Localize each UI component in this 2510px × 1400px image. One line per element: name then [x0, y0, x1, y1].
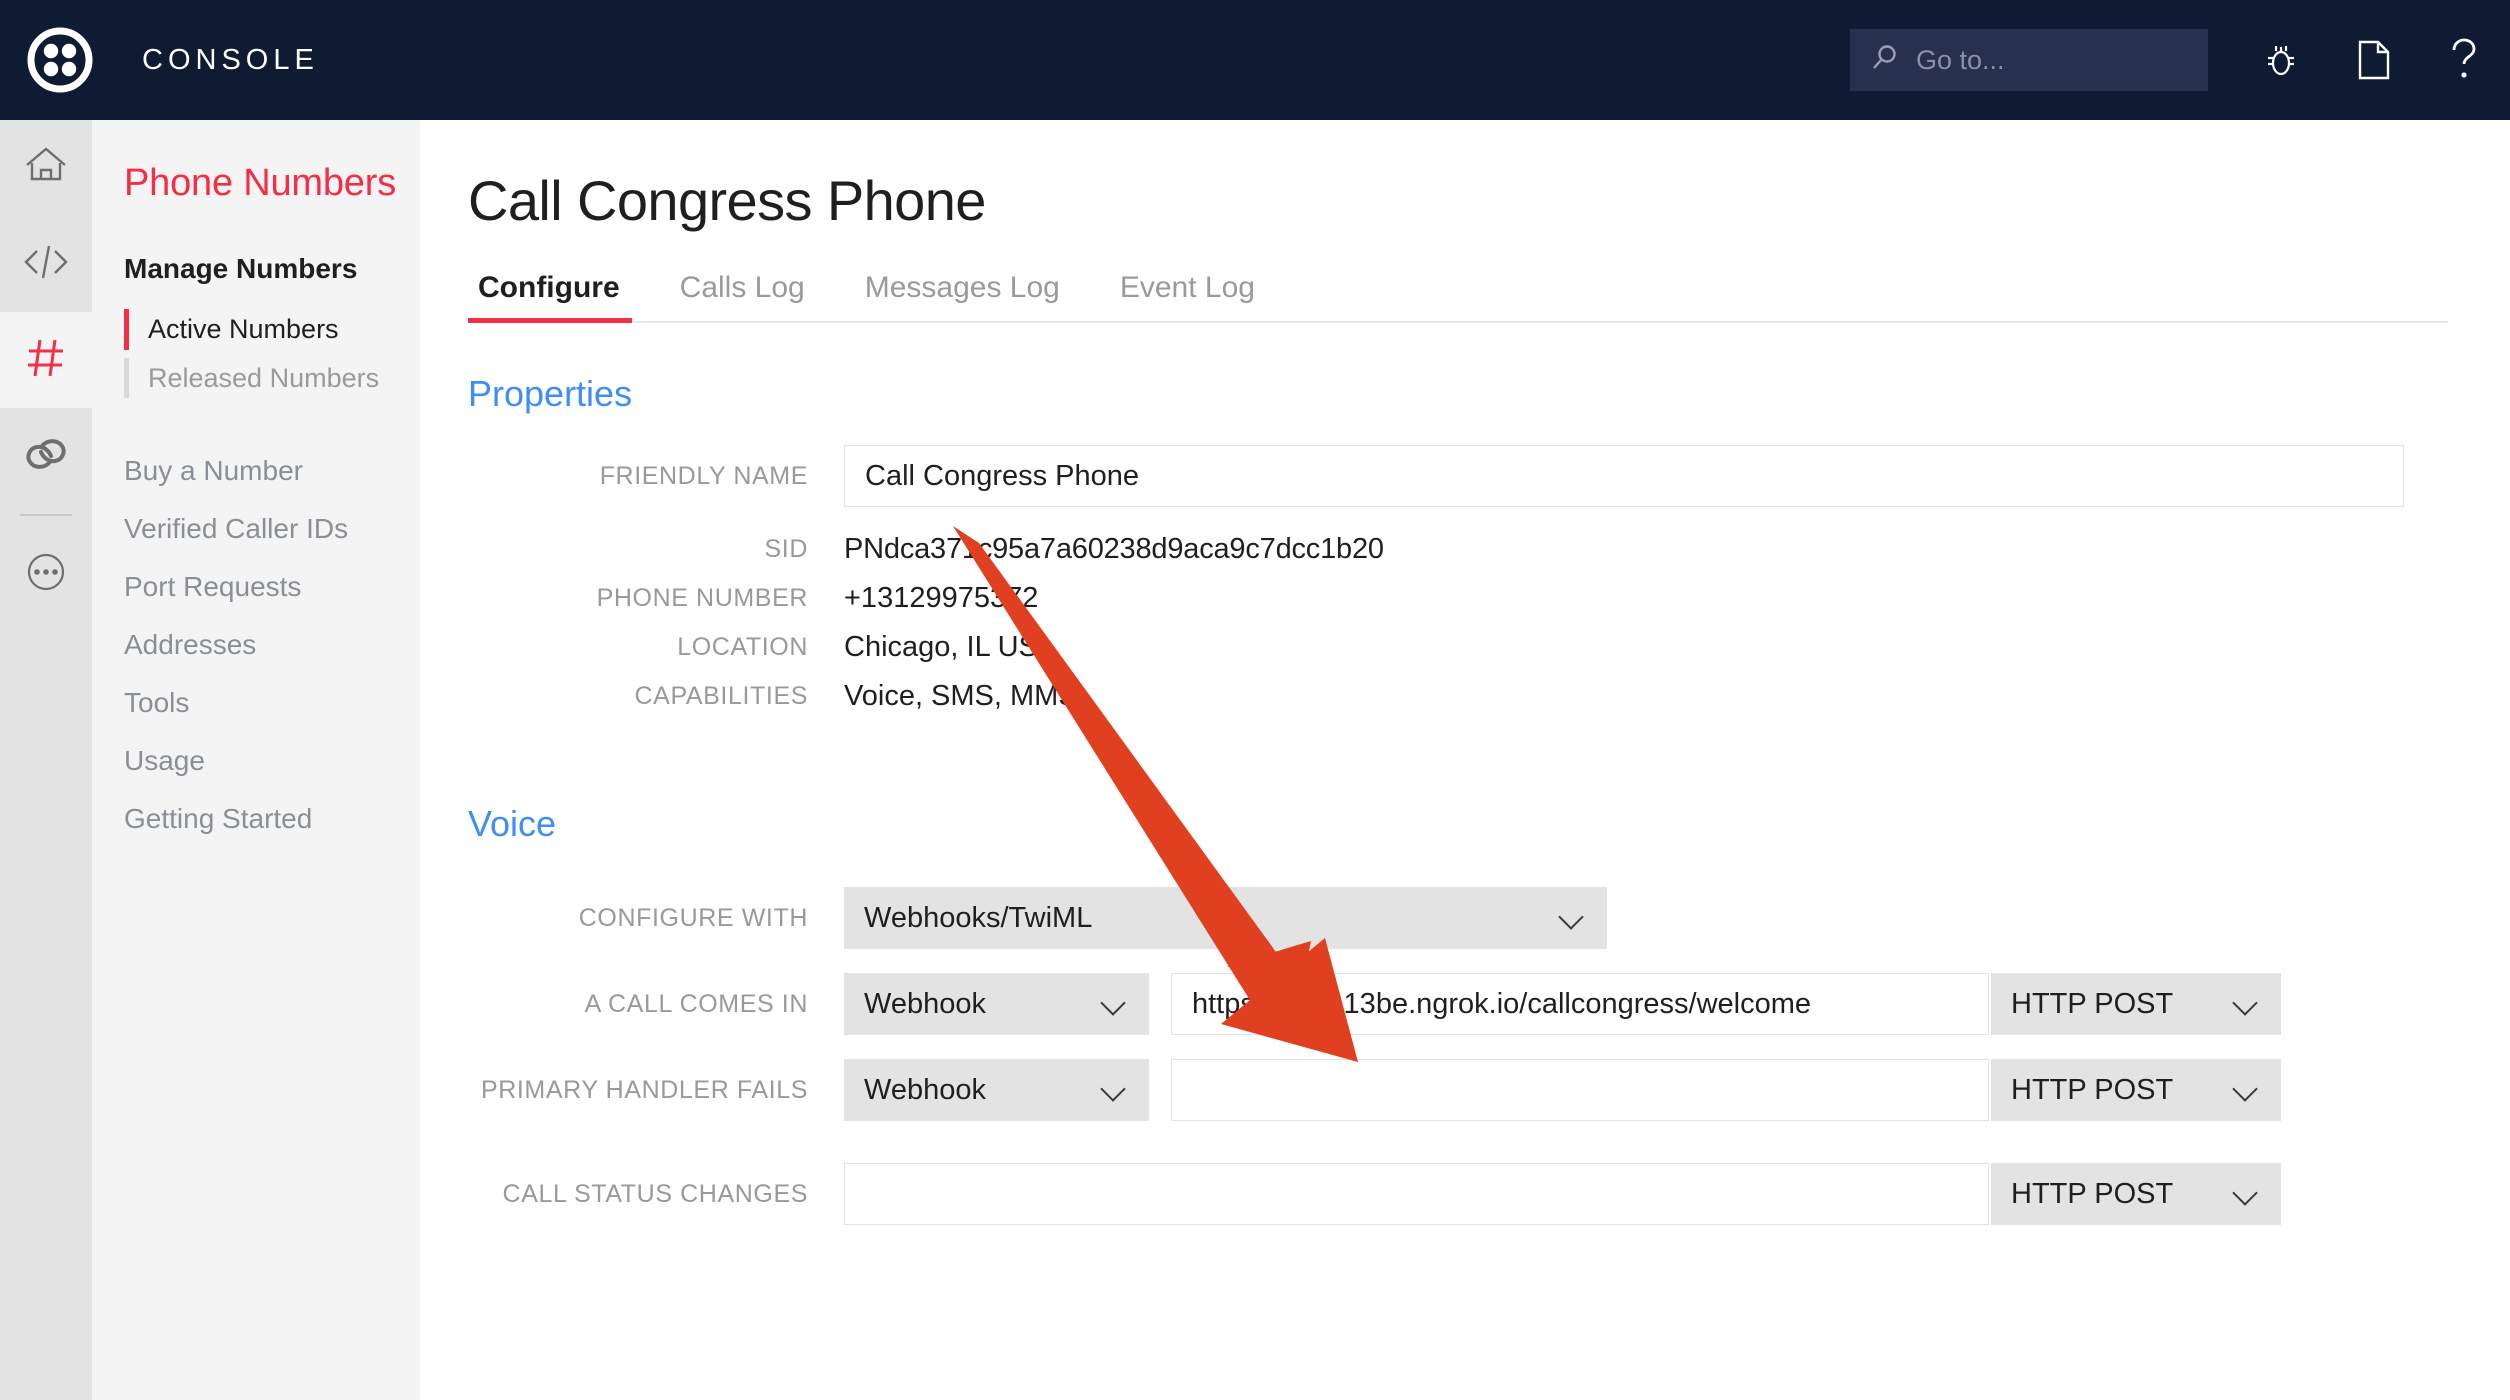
tab-event-log[interactable]: Event Log — [1096, 271, 1279, 321]
sidebar-item-buy-a-number[interactable]: Buy a Number — [92, 442, 420, 500]
chevron-down-icon — [1101, 991, 1127, 1017]
chevron-down-icon — [2233, 1077, 2259, 1103]
method-value: HTTP POST — [2011, 987, 2174, 1020]
row-capabilities: CAPABILITIES Voice, SMS, MMS — [420, 680, 2510, 713]
sidebar-group-manage-numbers[interactable]: Manage Numbers — [92, 205, 420, 285]
sidebar-item-label: Active Numbers — [148, 314, 339, 344]
chevron-down-icon — [1101, 1077, 1127, 1103]
section-heading-voice: Voice — [468, 803, 557, 844]
twilio-logo-icon[interactable] — [24, 24, 96, 96]
location-value: Chicago, IL US — [844, 631, 1038, 663]
tab-configure[interactable]: Configure — [468, 271, 644, 323]
rail-divider — [20, 514, 72, 516]
label-a-call-comes-in: A CALL COMES IN — [584, 989, 808, 1018]
row-sid: SID PNdca371c95a7a60238d9aca9c7dcc1b20 — [420, 533, 2510, 566]
top-bar-actions: Go to... — [1850, 0, 2510, 120]
main-content: Call Congress Phone Configure Calls Log … — [420, 120, 2510, 1400]
rail-item-code[interactable] — [0, 216, 92, 312]
call-status-changes-method-select[interactable]: HTTP POST — [1991, 1163, 2281, 1225]
search-placeholder: Go to... — [1916, 44, 2005, 75]
rail-item-phone-numbers[interactable] — [0, 312, 92, 408]
primary-handler-fails-handler-select[interactable]: Webhook — [844, 1059, 1149, 1121]
sidebar-item-active-numbers[interactable]: Active Numbers — [124, 305, 420, 354]
top-bar: CONSOLE Go to... — [0, 0, 2510, 120]
link-icon — [21, 432, 71, 481]
hash-icon — [22, 334, 70, 387]
rail-item-more[interactable] — [0, 526, 92, 622]
brand-label: CONSOLE — [142, 43, 319, 76]
row-location: LOCATION Chicago, IL US — [420, 631, 2510, 664]
rail-item-links[interactable] — [0, 408, 92, 504]
method-value: HTTP POST — [2011, 1177, 2174, 1210]
label-primary-handler-fails: PRIMARY HANDLER FAILS — [480, 1075, 808, 1104]
label-capabilities: CAPABILITIES — [634, 682, 808, 710]
section-heading-properties: Properties — [468, 373, 633, 414]
label-call-status-changes: CALL STATUS CHANGES — [502, 1179, 808, 1208]
a-call-comes-in-method-select[interactable]: HTTP POST — [1991, 973, 2281, 1035]
icon-rail — [0, 120, 92, 1400]
sid-value: PNdca371c95a7a60238d9aca9c7dcc1b20 — [844, 533, 1384, 565]
sidebar-item-verified-caller-ids[interactable]: Verified Caller IDs — [92, 500, 420, 558]
question-mark-icon[interactable] — [2446, 37, 2480, 83]
sidebar-item-port-requests[interactable]: Port Requests — [92, 558, 420, 616]
chevron-down-icon — [2233, 1181, 2259, 1207]
page-title: Call Congress Phone — [468, 169, 986, 232]
configure-with-value: Webhooks/TwiML — [864, 901, 1093, 934]
label-location: LOCATION — [677, 633, 808, 661]
handler-value: Webhook — [864, 987, 986, 1020]
sidebar-item-label: Released Numbers — [148, 362, 380, 393]
primary-handler-fails-url-input[interactable] — [1171, 1059, 1989, 1121]
friendly-name-input[interactable]: Call Congress Phone — [844, 445, 2404, 507]
bug-icon[interactable] — [2260, 39, 2302, 81]
label-sid: SID — [764, 535, 808, 563]
handler-value: Webhook — [864, 1073, 986, 1106]
sidebar: Phone Numbers Manage Numbers Active Numb… — [92, 120, 420, 1400]
a-call-comes-in-url-input[interactable]: https://198a13be.ngrok.io/callcongress/w… — [1171, 973, 1989, 1035]
sidebar-nav-list: Buy a Number Verified Caller IDs Port Re… — [92, 442, 420, 848]
sidebar-title[interactable]: Phone Numbers — [92, 120, 420, 205]
configure-with-select[interactable]: Webhooks/TwiML — [844, 887, 1607, 949]
call-status-changes-url-input[interactable] — [844, 1163, 1989, 1225]
a-call-comes-in-handler-select[interactable]: Webhook — [844, 973, 1149, 1035]
sidebar-sub-list: Active Numbers Released Numbers — [92, 305, 420, 402]
search-input[interactable]: Go to... — [1850, 29, 2208, 91]
row-friendly-name: FRIENDLY NAME Call Congress Phone — [420, 445, 2510, 507]
row-primary-handler-fails: PRIMARY HANDLER FAILS Webhook HTTP POST — [420, 1059, 2510, 1121]
row-a-call-comes-in: A CALL COMES IN Webhook https://198a13be… — [420, 973, 2510, 1035]
rail-item-home[interactable] — [0, 120, 92, 216]
primary-handler-fails-method-select[interactable]: HTTP POST — [1991, 1059, 2281, 1121]
sidebar-item-released-numbers[interactable]: Released Numbers — [124, 354, 420, 403]
tab-calls-log[interactable]: Calls Log — [656, 271, 829, 321]
row-phone-number: PHONE NUMBER +13129975372 — [420, 582, 2510, 615]
home-icon — [22, 143, 70, 194]
tab-bar: Configure Calls Log Messages Log Event L… — [468, 271, 2448, 323]
tab-messages-log[interactable]: Messages Log — [841, 271, 1084, 321]
active-indicator-bar — [124, 309, 129, 350]
row-configure-with: CONFIGURE WITH Webhooks/TwiML — [420, 887, 2510, 949]
label-configure-with: CONFIGURE WITH — [578, 903, 808, 932]
method-value: HTTP POST — [2011, 1073, 2174, 1106]
sidebar-item-addresses[interactable]: Addresses — [92, 616, 420, 674]
sidebar-item-tools[interactable]: Tools — [92, 674, 420, 732]
sidebar-item-usage[interactable]: Usage — [92, 732, 420, 790]
row-call-status-changes: CALL STATUS CHANGES HTTP POST — [420, 1163, 2510, 1225]
inactive-indicator-bar — [124, 357, 129, 399]
chevron-down-icon — [2233, 991, 2259, 1017]
capabilities-value: Voice, SMS, MMS — [844, 680, 1078, 712]
document-icon[interactable] — [2354, 38, 2394, 82]
label-phone-number: PHONE NUMBER — [596, 584, 808, 612]
label-friendly-name: FRIENDLY NAME — [599, 461, 808, 490]
chevron-down-icon — [1559, 905, 1585, 931]
sidebar-item-getting-started[interactable]: Getting Started — [92, 790, 420, 848]
code-icon — [20, 240, 72, 289]
phone-number-value: +13129975372 — [844, 582, 1039, 614]
ellipsis-icon — [22, 548, 70, 601]
search-icon — [1870, 43, 1900, 78]
